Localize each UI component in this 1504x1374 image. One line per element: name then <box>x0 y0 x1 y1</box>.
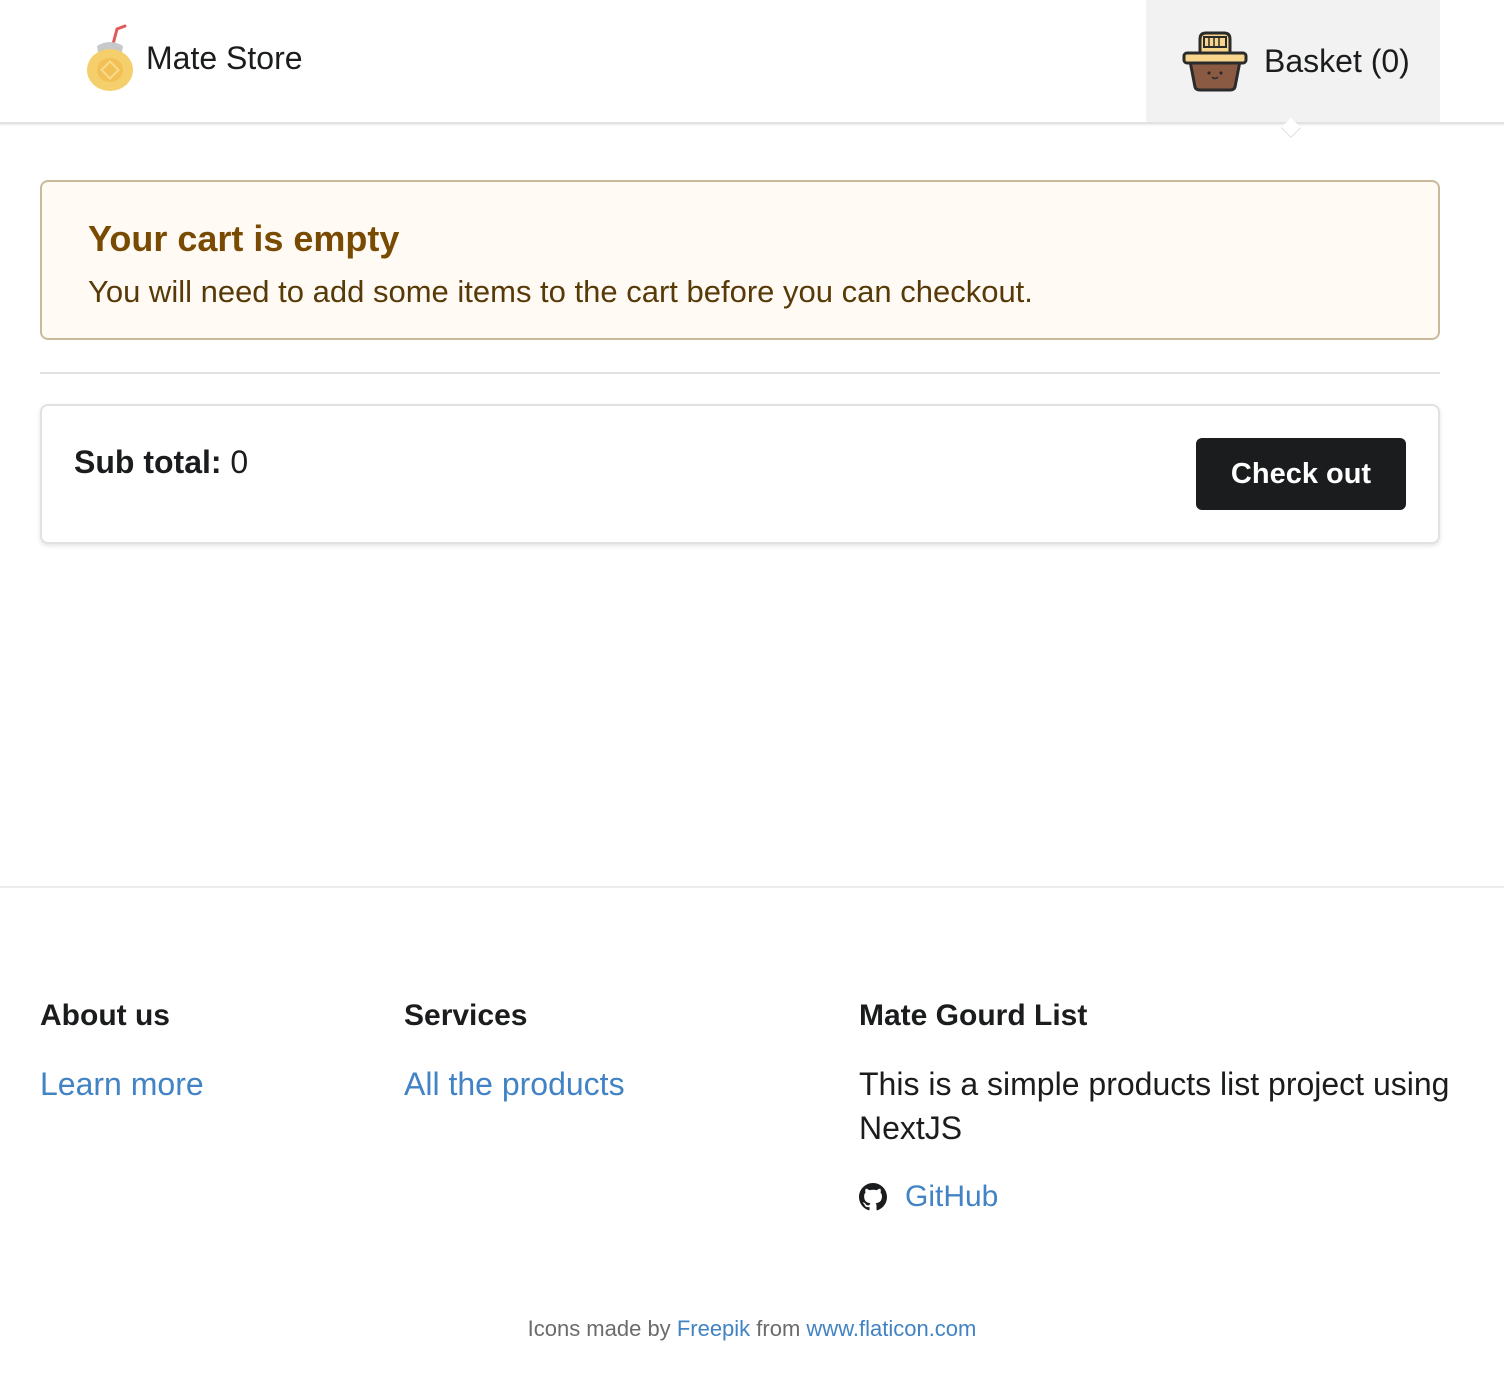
github-icon <box>859 1183 887 1211</box>
all-products-link[interactable]: All the products <box>404 1062 625 1106</box>
message-text: You will need to add some items to the c… <box>88 274 1033 309</box>
footer-divider <box>0 886 1504 888</box>
github-link[interactable]: GitHub <box>905 1180 998 1214</box>
brand-home-link[interactable]: Mate Store <box>84 22 303 94</box>
credits-prefix: Icons made by <box>527 1316 671 1341</box>
icon-credits: Icons made by Freepik from www.flaticon.… <box>0 1316 1504 1342</box>
subtotal: Sub total: 0 <box>74 444 248 481</box>
basket-label: Basket (0) <box>1264 42 1410 79</box>
footer-mate-heading: Mate Gourd List <box>859 999 1088 1032</box>
top-menu: Mate Store Basket (0) <box>0 0 1504 139</box>
credits-middle: from <box>756 1316 801 1341</box>
basket-icon <box>1182 31 1248 92</box>
learn-more-link[interactable]: Learn more <box>40 1062 204 1106</box>
footer-services: Services All the products <box>404 994 625 1106</box>
checkout-button[interactable]: Check out <box>1196 438 1406 510</box>
subtotal-value: 0 <box>230 444 249 480</box>
subtotal-label: Sub total: <box>74 444 222 480</box>
divider <box>40 372 1440 374</box>
freepik-link[interactable]: Freepik <box>677 1316 750 1341</box>
footer-about: About us Learn more <box>40 994 204 1106</box>
flaticon-link[interactable]: www.flaticon.com <box>806 1316 976 1341</box>
brand-name: Mate Store <box>146 39 303 76</box>
github-row: GitHub <box>859 1180 1459 1214</box>
footer-mate-gourd-list: Mate Gourd List This is a simple product… <box>859 994 1459 1214</box>
footer-about-heading: About us <box>40 999 170 1032</box>
mate-gourd-icon <box>87 24 133 91</box>
footer-mate-description: This is a simple products list project u… <box>859 1066 1450 1146</box>
message-title: Your cart is empty <box>88 218 400 259</box>
cart-summary: Sub total: 0 Check out <box>40 404 1440 544</box>
empty-cart-message: Your cart is empty You will need to add … <box>40 180 1440 340</box>
basket-menu-item[interactable]: Basket (0) <box>1146 0 1440 122</box>
footer-services-heading: Services <box>404 999 528 1032</box>
